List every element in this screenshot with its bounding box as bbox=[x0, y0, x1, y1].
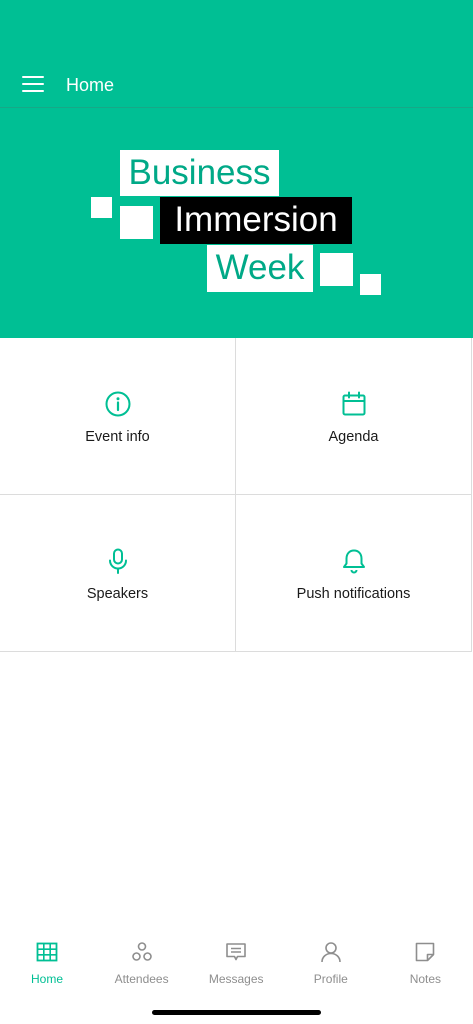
tile-label: Push notifications bbox=[296, 586, 411, 602]
logo-square bbox=[320, 253, 353, 286]
info-icon bbox=[105, 391, 130, 417]
tab-profile[interactable]: Profile bbox=[284, 940, 378, 996]
logo-square bbox=[91, 197, 112, 218]
tile-agenda[interactable]: Agenda bbox=[236, 338, 472, 495]
tab-label: Home bbox=[30, 972, 63, 986]
tile-push-notifications[interactable]: Push notifications bbox=[236, 495, 472, 652]
tile-label: Agenda bbox=[328, 429, 379, 445]
tile-event-info[interactable]: Event info bbox=[0, 338, 236, 495]
microphone-icon bbox=[108, 548, 127, 574]
tab-notes[interactable]: Notes bbox=[378, 940, 472, 996]
menu-icon[interactable] bbox=[22, 74, 46, 94]
tab-home[interactable]: Home bbox=[0, 940, 94, 996]
tile-label: Speakers bbox=[86, 586, 149, 602]
logo-square bbox=[360, 274, 381, 295]
logo-square bbox=[120, 206, 153, 239]
grid-icon bbox=[36, 942, 58, 962]
tab-label: Profile bbox=[313, 972, 348, 986]
event-banner: Business Immersion Week bbox=[0, 108, 473, 338]
logo-word-immersion: Immersion bbox=[160, 197, 352, 244]
tab-attendees[interactable]: Attendees bbox=[95, 940, 189, 996]
tile-speakers[interactable]: Speakers bbox=[0, 495, 236, 652]
logo-word-week: Week bbox=[207, 245, 313, 292]
bell-icon bbox=[342, 549, 365, 574]
note-icon bbox=[416, 942, 435, 962]
tile-label: Event info bbox=[85, 429, 150, 445]
tab-messages[interactable]: Messages bbox=[189, 940, 283, 996]
person-icon bbox=[320, 942, 341, 963]
people-icon bbox=[131, 942, 152, 961]
page-title: Home bbox=[66, 75, 115, 95]
calendar-icon bbox=[342, 391, 365, 416]
tab-label: Messages bbox=[208, 972, 264, 986]
tab-label: Notes bbox=[409, 972, 442, 986]
app-header: Home bbox=[0, 0, 473, 108]
home-tiles-grid: Event info Agenda Speakers Push notifica… bbox=[0, 338, 473, 652]
home-indicator[interactable] bbox=[152, 1010, 321, 1015]
tab-label: Attendees bbox=[114, 972, 169, 986]
logo-word-business: Business bbox=[120, 150, 279, 196]
message-icon bbox=[226, 943, 246, 961]
